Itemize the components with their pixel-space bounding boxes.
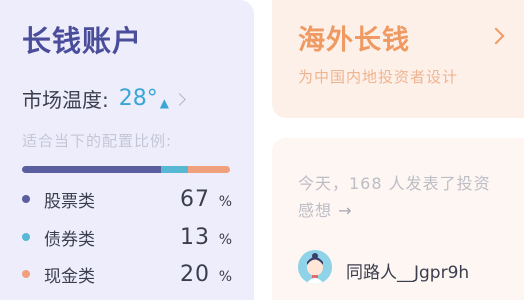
allocation-unit: % bbox=[218, 268, 232, 285]
cash-dot-icon bbox=[22, 270, 30, 278]
allocation-bar-segment-stock bbox=[22, 166, 162, 173]
bond-dot-icon bbox=[22, 233, 30, 241]
allocation-bar-segment-cash bbox=[188, 166, 230, 173]
feed-summary[interactable]: 今天，168 人发表了投资感想 → bbox=[298, 170, 498, 224]
stock-dot-icon bbox=[22, 195, 30, 203]
chevron-right-icon[interactable] bbox=[487, 27, 505, 45]
allocation-name: 现金类 bbox=[44, 266, 95, 287]
allocation-row-stock: 股票类 67 % bbox=[22, 184, 232, 214]
overseas-subtitle: 为中国内地投资者设计 bbox=[298, 68, 459, 86]
allocation-row-cash: 现金类 20 % bbox=[22, 259, 232, 289]
long-money-account-card[interactable]: 长钱账户 市场温度: 28° ▲ 适合当下的配置比例: 股票类 67 % 债券类… bbox=[0, 0, 254, 300]
temperature-label: 市场温度: bbox=[22, 88, 109, 112]
temperature-value: 28° bbox=[118, 86, 158, 111]
allocation-bar-segment-bond bbox=[161, 166, 189, 173]
allocation-label: 适合当下的配置比例: bbox=[22, 132, 173, 150]
allocation-value: 13 bbox=[180, 224, 210, 250]
allocation-value: 67 bbox=[180, 186, 210, 212]
allocation-name: 债券类 bbox=[44, 229, 95, 250]
community-feed-card[interactable]: 今天，168 人发表了投资感想 → 同路人__Jgpr9h bbox=[272, 138, 524, 300]
arrow-right-icon: → bbox=[338, 201, 353, 220]
user-name[interactable]: 同路人__Jgpr9h bbox=[346, 258, 469, 283]
feed-summary-text: 今天，168 人发表了投资感想 bbox=[298, 174, 491, 220]
chevron-right-icon[interactable] bbox=[173, 93, 186, 106]
arrow-up-icon: ▲ bbox=[159, 95, 169, 110]
account-title: 长钱账户 bbox=[22, 24, 143, 58]
allocation-unit: % bbox=[218, 193, 232, 210]
overseas-long-money-card[interactable]: 海外长钱 为中国内地投资者设计 bbox=[272, 0, 524, 118]
market-temperature-row[interactable]: 市场温度: 28° ▲ bbox=[22, 84, 186, 113]
allocation-unit: % bbox=[218, 231, 232, 248]
overseas-title: 海外长钱 bbox=[298, 25, 410, 56]
allocation-name: 股票类 bbox=[44, 191, 95, 212]
allocation-bar bbox=[22, 166, 230, 173]
allocation-row-bond: 债券类 13 % bbox=[22, 222, 232, 252]
allocation-value: 20 bbox=[180, 261, 210, 287]
avatar-icon[interactable] bbox=[298, 250, 332, 284]
